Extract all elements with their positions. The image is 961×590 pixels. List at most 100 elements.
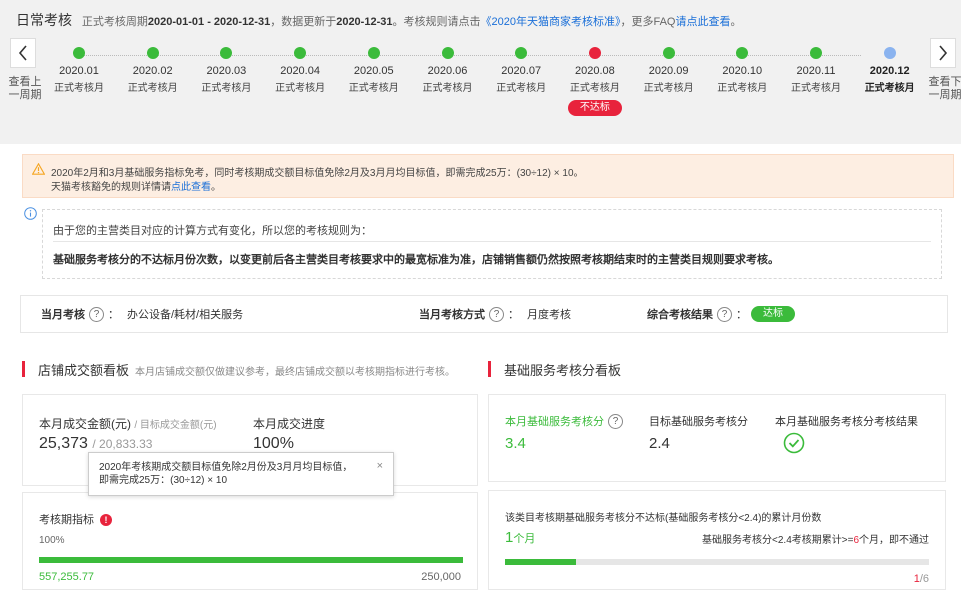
- status-dot-pass: [367, 47, 380, 59]
- colon: ：: [736, 309, 747, 321]
- period-target-card: 考核期指标! 100% 557,255.77 250,000: [22, 492, 478, 590]
- timeline-month[interactable]: 2020.05 正式考核月: [341, 47, 407, 94]
- month-date: 2020.10: [722, 65, 763, 77]
- fail-count-unit: 个月: [513, 533, 536, 545]
- notice-detail-link[interactable]: 点此查看: [171, 182, 211, 193]
- result-pass-badge: 达标: [751, 306, 795, 322]
- info-line-2: 基础服务考核分的不达标月份次数，以变更前后各主营类目考核要求中的最宽标准为准，店…: [53, 254, 779, 266]
- month-label: 正式考核月: [791, 83, 841, 94]
- question-icon[interactable]: ?: [717, 306, 732, 322]
- sales-board-title: 店铺成交额看板 本月店铺成交额仅做建议参考，最终店铺成交额以考核期指标进行考核。: [22, 360, 455, 379]
- target-label-text: / 目标成交金额(元): [134, 420, 217, 431]
- period-percent: 100%: [39, 535, 65, 546]
- timeline-month[interactable]: 2020.09 正式考核月: [636, 47, 702, 94]
- faq-text: ，更多FAQ: [620, 16, 676, 28]
- info-icon: [24, 207, 37, 220]
- timeline-month[interactable]: 2020.01 正式考核月: [46, 47, 112, 94]
- status-dot-pass: [294, 47, 307, 59]
- period-description: 正式考核周期2020-01-01 - 2020-12-31，数据更新于2020-…: [82, 16, 742, 28]
- service-board-title: 基础服务考核分看板: [488, 360, 621, 379]
- status-dot-pass: [662, 47, 675, 59]
- timeline-month[interactable]: 2020.11 正式考核月: [783, 47, 849, 94]
- fail-count-card: 该类目考核期基础服务考核分不达标(基础服务考核分<2.4)的累计月份数 1个月 …: [488, 490, 946, 590]
- rule-info-box: 由于您的主营类目对应的计算方式有变化，所以您的考核规则为： 基础服务考核分的不达…: [42, 209, 942, 279]
- month-date: 2020.01: [59, 65, 99, 77]
- assessment-summary-bar: 当月考核 ? ： 办公设备/耗材/相关服务 当月考核方式 ? ： 月度考核 综合…: [20, 295, 948, 333]
- timeline-month[interactable]: 2020.08 正式考核月 不达标: [562, 47, 628, 116]
- prev-period-button[interactable]: [10, 38, 36, 68]
- score-label-text: 本月基础服务考核分: [505, 416, 604, 428]
- monthly-progress-value: 100%: [253, 435, 294, 452]
- timeline-month[interactable]: 2020.07 正式考核月: [488, 47, 554, 94]
- assessment-header: 日常考核 正式考核周期2020-01-01 - 2020-12-31，数据更新于…: [0, 0, 961, 144]
- status-dot-pass: [146, 47, 159, 59]
- amount-value: 25,373: [39, 435, 88, 452]
- target-value: / 20,833.33: [92, 437, 153, 451]
- rules-text: 。考核规则请点击: [392, 16, 481, 28]
- month-label: 正式考核月: [643, 83, 694, 94]
- fail-progress-track: [505, 559, 929, 565]
- status-dot-current: [883, 47, 896, 59]
- fail-progress-fill: [505, 559, 576, 565]
- next-period-button[interactable]: [930, 38, 956, 68]
- summary-result: 综合考核结果 ? ： 达标: [647, 306, 795, 322]
- summary-result-label: 综合考核结果: [647, 309, 713, 321]
- timeline-month[interactable]: 2020.04 正式考核月: [267, 47, 333, 94]
- score-result-label: 本月基础服务考核分考核结果: [775, 416, 918, 428]
- notice-line-1: 2020年2月和3月基础服务指标免考，同时考核期成交额目标值免除2月及3月月均目…: [51, 168, 584, 179]
- timeline-month[interactable]: 2020.06 正式考核月: [415, 47, 481, 94]
- update-date: 2020-12-31: [336, 16, 393, 28]
- rules-link[interactable]: 《2020年天猫商家考核标准》: [480, 16, 620, 28]
- month-date: 2020.09: [648, 65, 689, 77]
- month-label: 正式考核月: [201, 83, 252, 94]
- rule-suffix: 个月，即不通过: [859, 535, 929, 546]
- target-score-label: 目标基础服务考核分: [649, 416, 748, 428]
- service-score-value: 3.4: [505, 435, 526, 452]
- period-progress-track: [39, 557, 463, 563]
- service-board-title-text: 基础服务考核分看板: [504, 363, 622, 378]
- period-target: 250,000: [421, 571, 461, 583]
- summary-method-label: 当月考核方式: [419, 309, 485, 321]
- month-date: 2020.12: [869, 65, 910, 77]
- fraction-denominator: /6: [919, 573, 929, 585]
- warning-icon: [32, 163, 45, 175]
- service-score-label: 本月基础服务考核分?: [505, 413, 627, 429]
- alert-icon[interactable]: !: [100, 514, 112, 527]
- faq-link[interactable]: 请点此查看: [675, 16, 730, 28]
- page-title: 日常考核 正式考核周期2020-01-01 - 2020-12-31，数据更新于…: [16, 10, 741, 30]
- month-date: 2020.06: [427, 65, 468, 77]
- target-tooltip: 2020年考核期成交额目标值免除2月份及3月月均目标值， 即需完成25万：(30÷…: [88, 452, 394, 496]
- tooltip-text: 2020年考核期成交额目标值免除2月份及3月月均目标值， 即需完成25万：(30÷…: [99, 461, 352, 487]
- close-icon[interactable]: ×: [377, 460, 383, 472]
- fail-count-label: 该类目考核期基础服务考核分不达标(基础服务考核分<2.4)的累计月份数: [505, 513, 822, 524]
- period-amount: 557,255.77: [39, 571, 95, 583]
- timeline-month[interactable]: 2020.02 正式考核月: [120, 47, 186, 94]
- prev-period-label[interactable]: 查看上一周期: [4, 76, 46, 102]
- period-prefix: 正式考核周期: [81, 16, 148, 28]
- summary-month-label: 当月考核: [41, 309, 85, 321]
- month-label: 正式考核月: [275, 83, 326, 94]
- question-icon[interactable]: ?: [489, 306, 504, 322]
- colon: ：: [508, 309, 519, 321]
- timeline-month[interactable]: 2020.03 正式考核月: [193, 47, 259, 94]
- summary-method-value: 月度考核: [527, 309, 571, 321]
- timeline-month[interactable]: 2020.10 正式考核月: [709, 47, 775, 94]
- month-date: 2020.11: [796, 65, 836, 77]
- monthly-progress-label: 本月成交进度: [253, 417, 326, 431]
- chevron-right-icon: [939, 45, 948, 61]
- fail-count-value: 1个月: [505, 529, 535, 546]
- month-label: 正式考核月: [127, 83, 178, 94]
- question-icon[interactable]: ?: [89, 306, 104, 322]
- period-progress-fill: [39, 557, 463, 563]
- month-label: 正式考核月: [717, 83, 768, 94]
- period-target-label: 考核期指标!: [39, 511, 112, 527]
- month-label: 正式考核月: [348, 83, 399, 94]
- status-dot-pass: [441, 47, 454, 59]
- target-score-value: 2.4: [649, 435, 670, 452]
- check-circle-icon: [783, 432, 805, 454]
- next-period-label[interactable]: 查看下一周期: [924, 76, 961, 102]
- month-label: 正式考核月: [496, 83, 547, 94]
- question-icon[interactable]: ?: [608, 413, 623, 429]
- timeline-month[interactable]: 2020.12 正式考核月: [857, 47, 923, 94]
- notice-line2-prefix: 天猫考核豁免的规则详情请: [51, 182, 171, 193]
